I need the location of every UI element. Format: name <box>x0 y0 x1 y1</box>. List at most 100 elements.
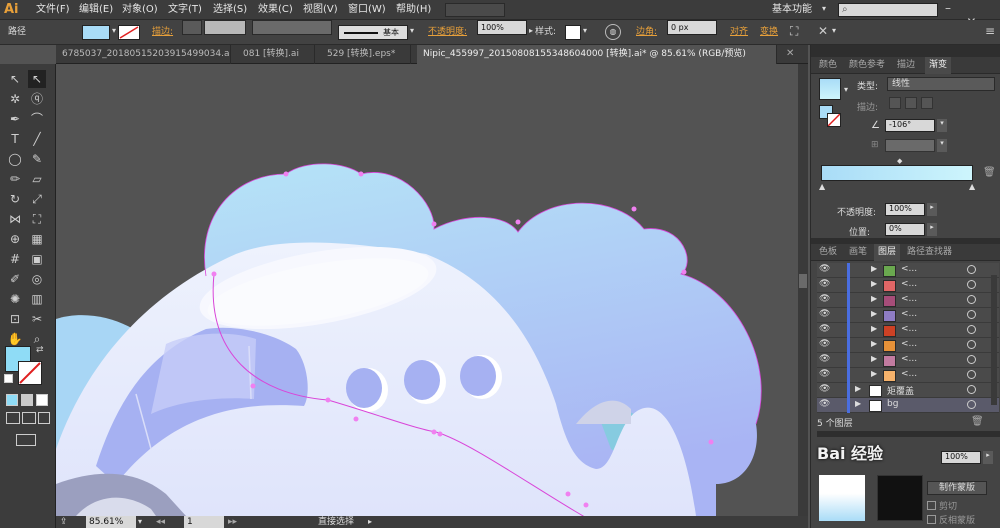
graphic-style-swatch[interactable] <box>565 25 581 40</box>
tab-document-1[interactable]: 6785037_20180515203915499034.ai* <box>56 45 231 64</box>
gradient-tool-icon[interactable]: ▣ <box>28 250 46 268</box>
layer-row[interactable]: 👁 ▶ <... <box>817 308 999 323</box>
chevron-right-icon[interactable]: ▸ <box>927 203 937 216</box>
corner-radius-input[interactable]: 0 px <box>667 20 717 35</box>
expand-arrow-icon[interactable]: ▶ <box>855 399 861 408</box>
fill-color-swatch[interactable] <box>82 25 110 40</box>
chevron-right-icon[interactable]: ▸ <box>529 26 533 35</box>
eye-icon[interactable]: 👁 <box>819 309 830 319</box>
gradient-position-input[interactable]: 0% <box>885 223 925 236</box>
clip-checkbox[interactable] <box>927 501 936 510</box>
mesh-tool-icon[interactable]: # <box>6 250 24 268</box>
gradient-angle-input[interactable]: -106° <box>885 119 935 132</box>
shape-builder-icon[interactable]: ⊕ <box>6 230 24 248</box>
opacity-input[interactable]: 100% <box>477 20 527 35</box>
brush-definition[interactable]: 基本 <box>338 25 408 40</box>
expand-arrow-icon[interactable]: ▶ <box>871 369 877 378</box>
layer-row[interactable]: 👁 ▶ 矩覆盖 <box>817 383 999 398</box>
line-tool-icon[interactable]: ╱ <box>28 130 46 148</box>
transparency-thumbnail[interactable] <box>819 475 865 521</box>
blend-tool-icon[interactable]: ◎ <box>28 270 46 288</box>
chevron-right-icon[interactable]: ▸ <box>983 451 993 464</box>
chevron-down-icon[interactable]: ▾ <box>138 516 142 528</box>
gradient-type-select[interactable]: 线性 <box>887 77 995 91</box>
mask-thumbnail[interactable] <box>877 475 923 521</box>
zoom-input[interactable]: 85.61% <box>86 516 136 528</box>
aspect-ratio-input[interactable] <box>885 139 935 152</box>
symbol-sprayer-icon[interactable]: ✺ <box>6 290 24 308</box>
chevron-right-icon[interactable]: ▸ <box>927 223 937 236</box>
screen-mode-icon[interactable] <box>16 434 36 446</box>
menu-file[interactable]: 文件(F) <box>36 2 70 18</box>
default-colors-icon[interactable] <box>4 374 13 383</box>
target-icon[interactable] <box>967 400 976 409</box>
tab-document-3[interactable]: 529 [转换].eps* <box>321 45 411 64</box>
eye-icon[interactable]: 👁 <box>819 354 830 364</box>
expand-arrow-icon[interactable]: ▶ <box>871 309 877 318</box>
chevron-down-icon[interactable]: ▾ <box>583 26 587 35</box>
tab-color[interactable]: 颜色 <box>815 57 841 74</box>
magic-wand-icon[interactable]: ✲ <box>6 90 24 108</box>
layer-row[interactable]: 👁 ▶ <... <box>817 338 999 353</box>
ellipse-tool-icon[interactable]: ◯ <box>6 150 24 168</box>
pencil-icon[interactable]: ✏ <box>6 170 24 188</box>
midpoint-diamond-icon[interactable]: ◆ <box>897 157 902 165</box>
chevron-down-icon[interactable]: ▾ <box>822 4 826 13</box>
target-icon[interactable] <box>967 295 976 304</box>
draw-normal-icon[interactable] <box>6 412 20 424</box>
lasso-icon[interactable]: ⓠ <box>28 90 46 108</box>
eye-icon[interactable]: 👁 <box>819 399 830 409</box>
eraser-icon[interactable]: ▱ <box>28 170 46 188</box>
stroke-swatch[interactable] <box>18 361 42 385</box>
transform-button[interactable]: 变换 <box>760 25 778 40</box>
tab-brushes[interactable]: 画笔 <box>845 244 871 261</box>
vertical-scrollbar[interactable] <box>798 64 808 516</box>
gradient-stroke-swatch[interactable] <box>827 113 841 127</box>
layer-row[interactable]: 👁 ▶ <... <box>817 263 999 278</box>
direct-selection-tool-icon[interactable]: ↖ <box>28 70 46 88</box>
artboard-canvas[interactable] <box>56 64 798 516</box>
stroke-label[interactable]: 描边: <box>152 25 173 40</box>
eye-icon[interactable]: 👁 <box>819 384 830 394</box>
menu-window[interactable]: 窗口(W) <box>348 2 386 18</box>
share-icon[interactable]: ⇪ <box>60 516 68 528</box>
variable-width-profile[interactable] <box>252 20 332 35</box>
scale-tool-icon[interactable]: ⤢ <box>28 190 46 208</box>
menu-select[interactable]: 选择(S) <box>213 2 247 18</box>
close-icon[interactable]: ✕ <box>786 48 794 59</box>
scrollbar-thumb[interactable] <box>799 274 807 288</box>
eye-icon[interactable]: 👁 <box>819 339 830 349</box>
search-input[interactable]: ⌕ <box>838 3 938 17</box>
gradient-mode-icon[interactable] <box>21 394 33 406</box>
layer-row[interactable]: 👁 ▶ <... <box>817 293 999 308</box>
free-transform-icon[interactable]: ⛶ <box>28 210 46 228</box>
paintbrush-icon[interactable]: ✎ <box>28 150 46 168</box>
stroke-color-swatch[interactable] <box>118 25 140 40</box>
menu-view[interactable]: 视图(V) <box>303 2 338 18</box>
eyedropper-icon[interactable]: ✐ <box>6 270 24 288</box>
perspective-grid-icon[interactable]: ▦ <box>28 230 46 248</box>
stroke-weight-stepper[interactable] <box>182 20 202 35</box>
expand-arrow-icon[interactable]: ▶ <box>871 294 877 303</box>
chevron-down-icon[interactable]: ▾ <box>410 26 414 35</box>
stroke-weight-input[interactable] <box>204 20 246 35</box>
opacity-label[interactable]: 不透明度: <box>428 25 467 40</box>
draw-behind-icon[interactable] <box>22 412 36 424</box>
swap-colors-icon[interactable]: ⇄ <box>36 345 44 355</box>
tab-document-active[interactable]: Nipic_455997_20150808155348604000 [转换].a… <box>417 45 777 64</box>
eye-icon[interactable]: 👁 <box>819 264 830 274</box>
tab-stroke[interactable]: 描边 <box>893 57 919 74</box>
menu-type[interactable]: 文字(T) <box>168 2 202 18</box>
curvature-tool-icon[interactable]: ⌒ <box>28 110 46 128</box>
trash-icon[interactable]: 🗑 <box>983 167 996 178</box>
target-icon[interactable] <box>967 385 976 394</box>
target-icon[interactable] <box>967 310 976 319</box>
layer-row[interactable]: 👁 ▶ <... <box>817 323 999 338</box>
artboard-tool-icon[interactable]: ⊡ <box>6 310 24 328</box>
draw-inside-icon[interactable] <box>38 412 50 424</box>
trash-icon[interactable]: 🗑 <box>971 416 984 427</box>
color-mode-icon[interactable] <box>6 394 18 406</box>
chevron-right-icon[interactable]: ▸ <box>368 516 372 528</box>
align-button[interactable]: 对齐 <box>730 25 748 40</box>
gradient-stop-left[interactable]: ▲ <box>819 182 825 191</box>
